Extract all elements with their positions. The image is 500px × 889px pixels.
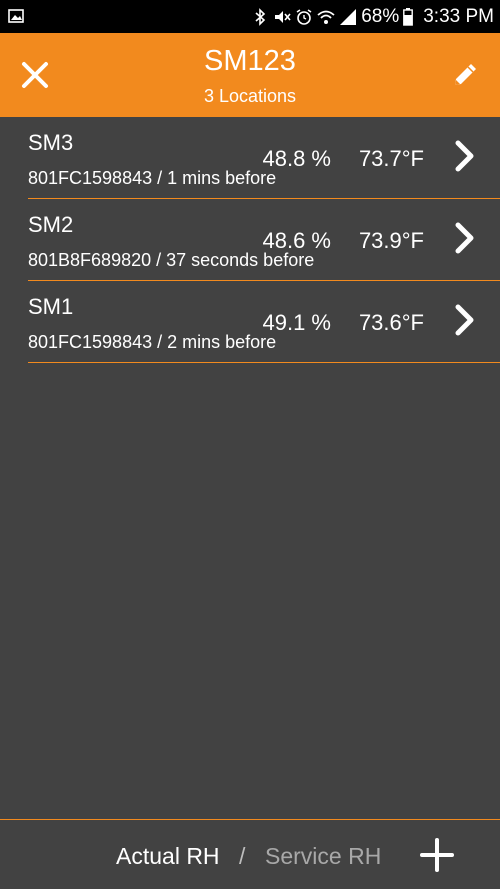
location-list: SM3 801FC1598843 / 1 mins before 48.8 % … — [0, 117, 500, 363]
chevron-right-icon[interactable] — [452, 302, 478, 338]
chevron-right-icon[interactable] — [452, 138, 478, 174]
humidity-value: 49.1 % — [262, 310, 332, 335]
footer-divider — [0, 819, 500, 820]
service-rh-toggle[interactable]: Service RH — [265, 843, 381, 870]
alarm-icon — [296, 8, 312, 25]
battery-percent: 68% — [361, 5, 400, 27]
bluetooth-icon — [255, 7, 266, 26]
location-id-info: 801FC1598843 / 1 mins before — [28, 168, 277, 188]
location-name: SM2 — [28, 212, 74, 237]
wifi-icon — [317, 10, 335, 24]
page-title: SM123 — [204, 45, 296, 77]
humidity-value: 48.6 % — [262, 228, 332, 253]
actual-rh-toggle[interactable]: Actual RH — [116, 843, 220, 870]
clock: 3:33 PM — [423, 5, 494, 27]
battery-icon — [403, 7, 414, 26]
location-row[interactable]: SM3 801FC1598843 / 1 mins before 48.8 % … — [0, 117, 500, 199]
chevron-right-icon[interactable] — [452, 220, 478, 256]
toggle-separator: / — [239, 843, 246, 869]
status-bar: 68% 3:33 PM — [0, 0, 500, 33]
pencil-icon[interactable] — [447, 57, 483, 93]
temperature-value: 73.6°F — [358, 310, 424, 335]
location-row[interactable]: SM1 801FC1598843 / 2 mins before 49.1 % … — [0, 281, 500, 363]
image-icon — [8, 9, 24, 23]
location-name: SM1 — [28, 294, 74, 319]
location-name: SM3 — [28, 130, 74, 155]
location-row[interactable]: SM2 801B8F689820 / 37 seconds before 48.… — [0, 199, 500, 281]
status-icons: 68% 3:33 PM — [251, 0, 494, 33]
location-id-info: 801FC1598843 / 2 mins before — [28, 332, 277, 352]
page-subtitle: 3 Locations — [203, 86, 297, 106]
temperature-value: 73.7°F — [358, 146, 424, 171]
plus-icon[interactable] — [419, 837, 455, 873]
mute-icon — [275, 10, 291, 23]
signal-icon — [340, 8, 357, 25]
row-divider — [28, 362, 500, 363]
temperature-value: 73.9°F — [358, 228, 424, 253]
bottom-bar: Actual RH / Service RH — [0, 819, 500, 889]
app-header: SM123 3 Locations — [0, 33, 500, 117]
screen: 68% 3:33 PM SM123 3 Locations SM3 801FC1… — [0, 0, 500, 889]
humidity-value: 48.8 % — [262, 146, 332, 171]
